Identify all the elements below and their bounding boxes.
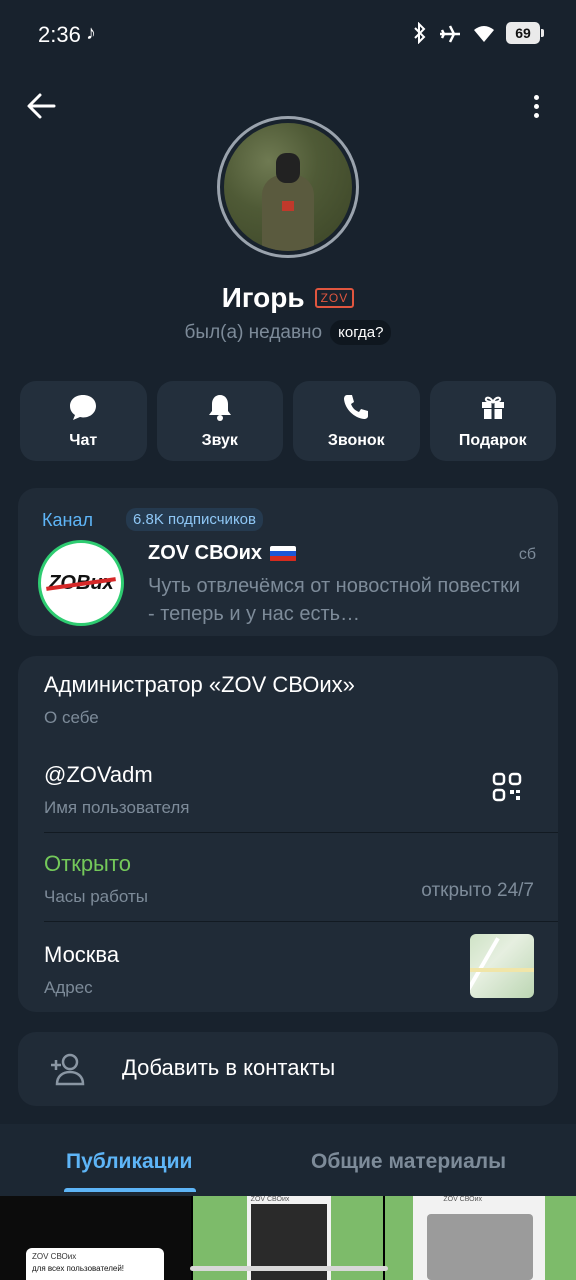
arrow-left-icon <box>27 93 56 119</box>
last-seen-text: был(а) недавно <box>184 321 323 343</box>
more-options-button[interactable] <box>518 88 554 124</box>
status-time: 2:36 <box>38 22 81 47</box>
media-preview-card: ZOV СВОих для всех пользователей! <box>26 1248 164 1280</box>
profile-name: Игорь <box>221 282 305 313</box>
sound-label: Звук <box>201 432 238 449</box>
media-caption: для всех пользователей! <box>32 1264 125 1273</box>
back-button[interactable] <box>24 88 60 124</box>
bio-row[interactable]: Администратор «ZOV СВОих» О себе <box>18 656 558 744</box>
battery-icon: 69 <box>506 22 544 44</box>
when-button[interactable]: когда? <box>330 320 392 345</box>
phone-icon <box>344 395 369 419</box>
dot-icon <box>533 112 539 118</box>
hours-detail: открыто 24/7 <box>421 880 534 901</box>
chat-bubble-icon <box>70 395 97 420</box>
hours-row[interactable]: Открыто Часы работы <box>18 833 558 921</box>
address-value: Москва <box>44 942 120 967</box>
music-note-icon: ♪ <box>86 22 96 44</box>
bio-label: О себе <box>44 708 99 727</box>
media-header: ZOV СВОих <box>250 1196 290 1203</box>
tab-indicator <box>64 1188 196 1192</box>
dot-icon <box>533 94 539 100</box>
avatar-image <box>224 123 352 251</box>
username-value: @ZOVadm <box>44 762 153 787</box>
gift-button[interactable]: Подарок <box>429 381 556 461</box>
call-label: Звонок <box>327 432 385 449</box>
username-row[interactable]: @ZOVadm Имя пользователя <box>18 744 558 832</box>
tab-shared-media[interactable]: Общие материалы <box>311 1150 506 1174</box>
media-header: ZOV СВОих <box>443 1196 483 1203</box>
media-preview: ZOV СВОих <box>413 1196 546 1280</box>
channel-label: Канал <box>42 510 93 530</box>
gift-label: Подарок <box>458 432 527 449</box>
gift-icon <box>481 396 504 419</box>
status-icons: 69 <box>412 22 544 44</box>
channel-logo-text: ZOВих <box>48 571 114 594</box>
sound-button[interactable]: Звук <box>156 381 283 461</box>
channel-avatar: ZOВих <box>38 540 124 626</box>
airplane-icon <box>440 25 460 43</box>
call-button[interactable]: Звонок <box>293 381 420 461</box>
avatar-figure <box>262 175 314 251</box>
add-person-icon <box>51 1053 85 1086</box>
action-buttons: Чат Звук Звонок Подарок <box>20 381 556 461</box>
avatar-patch <box>282 201 294 211</box>
info-card: Администратор «ZOV СВОих» О себе @ZOVadm… <box>18 656 558 1012</box>
add-contact-label: Добавить в контакты <box>122 1055 336 1080</box>
avatar-head <box>276 153 300 183</box>
dot-icon <box>533 103 539 109</box>
media-caption: ZOV СВОих <box>32 1252 77 1261</box>
chat-button[interactable]: Чат <box>20 381 147 461</box>
channel-title: ZOV СВОих <box>148 542 263 564</box>
last-seen-row: был(а) недавно когда? <box>0 320 576 345</box>
profile-name-row: Игорь ZOV <box>0 282 576 314</box>
russia-flag-icon <box>270 545 297 562</box>
qr-code-icon[interactable] <box>492 772 522 802</box>
address-label: Адрес <box>44 978 93 997</box>
media-tabs: Публикации Общие материалы <box>0 1124 576 1196</box>
channel-title-row: ZOV СВОих <box>148 542 297 565</box>
bell-icon <box>208 395 231 421</box>
wifi-icon <box>474 26 494 42</box>
username-label: Имя пользователя <box>44 798 190 817</box>
media-item[interactable]: ZOV СВОих для всех пользователей! <box>0 1196 191 1280</box>
tab-publications[interactable]: Публикации <box>66 1150 192 1174</box>
hours-value: Открыто <box>44 851 131 876</box>
home-indicator[interactable] <box>190 1266 388 1271</box>
hours-label: Часы работы <box>44 887 148 906</box>
add-to-contacts-button[interactable]: Добавить в контакты <box>18 1032 558 1106</box>
map-thumbnail[interactable] <box>470 934 534 998</box>
bluetooth-icon <box>414 22 426 44</box>
status-bar: 2:36 ♪ 69 <box>0 0 576 70</box>
channel-date: сб <box>518 546 536 563</box>
media-photo <box>427 1214 534 1280</box>
profile-avatar[interactable] <box>217 116 359 258</box>
emoji-status-badge[interactable]: ZOV <box>314 288 355 308</box>
channel-preview: Чуть отвлечёмся от новостной повестки - … <box>148 575 520 625</box>
battery-level: 69 <box>515 25 531 41</box>
chat-label: Чат <box>69 432 98 449</box>
bio-value: Администратор «ZOV СВОих» <box>44 672 355 697</box>
media-item[interactable]: ZOV СВОих <box>385 1196 576 1280</box>
personal-channel-card[interactable]: Канал 6.8K подписчиков ZOВих ZOV СВОих с… <box>18 488 558 636</box>
subscribers-badge: 6.8K подписчиков <box>126 508 263 531</box>
